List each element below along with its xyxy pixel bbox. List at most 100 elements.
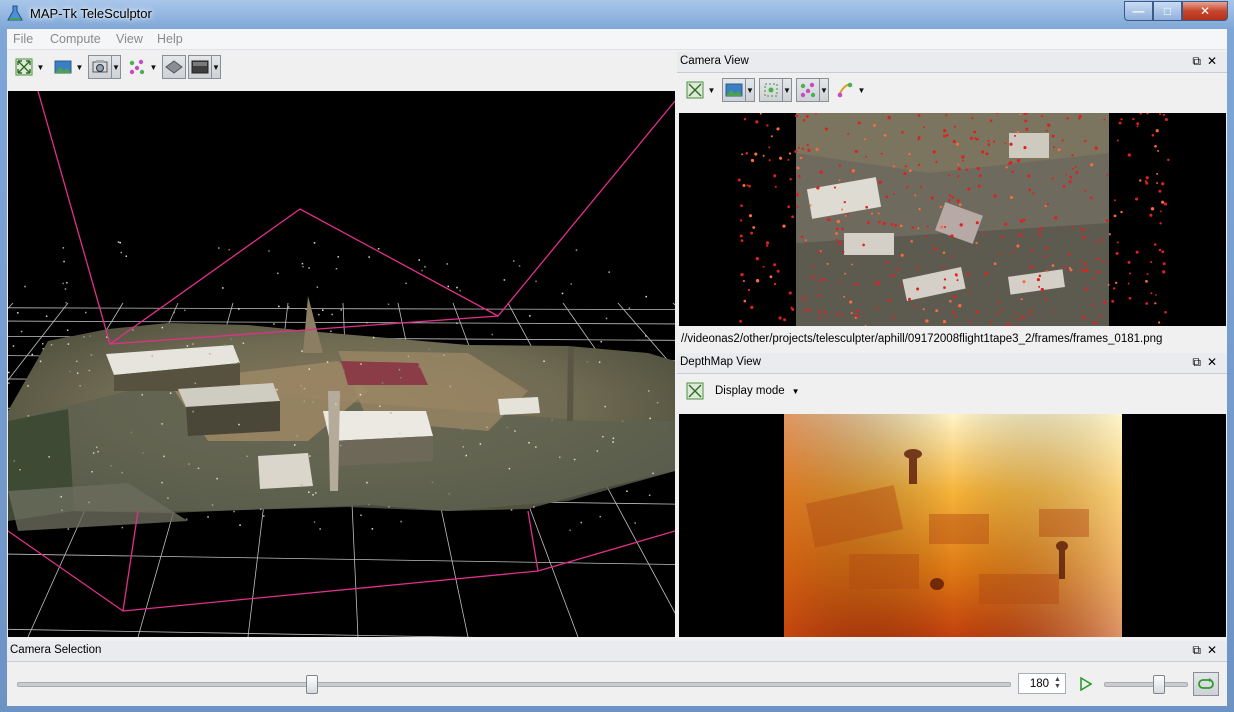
close-panel-icon[interactable]: ✕	[1207, 355, 1223, 369]
point-speck	[296, 435, 298, 437]
display-mode-label[interactable]: Display mode	[715, 385, 785, 397]
camera-reset-view-button[interactable]	[683, 78, 707, 102]
camera-show-residuals-dropdown[interactable]: ▼	[857, 78, 866, 102]
feature-point	[978, 174, 982, 178]
depthmap-image[interactable]	[679, 414, 1226, 637]
feature-point	[1092, 277, 1095, 280]
feature-point	[805, 114, 809, 118]
feature-point	[1111, 299, 1115, 303]
spin-arrows-icon[interactable]: ▲ ▼	[1054, 676, 1061, 690]
point-speck	[381, 382, 384, 384]
play-icon[interactable]	[1080, 677, 1092, 691]
feature-point	[1051, 134, 1055, 138]
feature-point	[755, 120, 759, 124]
feature-point	[750, 158, 755, 163]
feature-point	[1082, 315, 1086, 319]
feature-point	[774, 185, 777, 188]
close-panel-icon[interactable]: ✕	[1207, 643, 1223, 657]
feature-point	[755, 257, 759, 261]
feature-point	[970, 136, 973, 140]
point-speck	[294, 444, 296, 446]
feature-point	[1162, 270, 1166, 274]
title-bar[interactable]: MAP-Tk TeleSculptor — □ ✕	[0, 0, 1234, 28]
playback-speed-slider[interactable]	[1104, 675, 1188, 694]
point-speck	[130, 431, 133, 434]
show-cameras-button[interactable]	[88, 55, 112, 79]
show-landmarks-button[interactable]	[125, 55, 149, 79]
menu-view[interactable]: View	[116, 32, 143, 46]
display-mode-dropdown[interactable]: ▼	[792, 387, 800, 396]
feature-point	[773, 282, 777, 286]
float-panel-icon[interactable]: ⧉	[1192, 355, 1207, 369]
show-ground-plane-button[interactable]	[162, 55, 186, 79]
feature-point	[1080, 259, 1083, 262]
camera-reset-view-dropdown[interactable]: ▼	[707, 78, 716, 102]
camera-show-landmarks-dropdown[interactable]: ▼	[820, 78, 829, 102]
float-panel-icon[interactable]: ⧉	[1192, 643, 1207, 657]
world-3d-canvas[interactable]	[8, 91, 675, 637]
feature-point	[1112, 287, 1116, 290]
point-speck	[188, 463, 190, 465]
show-cameras-dropdown[interactable]: ▼	[112, 55, 121, 79]
feature-point	[1029, 265, 1033, 269]
point-speck	[184, 309, 186, 312]
show-depth-button[interactable]	[188, 55, 212, 79]
point-speck	[543, 360, 545, 362]
feature-point	[1105, 219, 1109, 223]
feature-point	[917, 138, 920, 141]
show-landmarks-dropdown[interactable]: ▼	[149, 55, 158, 79]
feature-point	[1157, 321, 1161, 324]
point-speck	[410, 357, 412, 359]
camera-show-features-button[interactable]	[759, 78, 783, 102]
camera-show-landmarks-button[interactable]	[796, 78, 820, 102]
camera-show-image-button[interactable]	[722, 78, 746, 102]
maximize-button[interactable]: □	[1153, 1, 1182, 21]
menu-help[interactable]: Help	[157, 32, 183, 46]
point-speck	[649, 417, 651, 420]
application-window: MAP-Tk TeleSculptor — □ ✕ File Compute V…	[0, 0, 1234, 712]
feature-point	[1091, 304, 1094, 307]
feature-point	[1045, 246, 1049, 250]
feature-point	[1159, 222, 1162, 225]
reset-view-dropdown[interactable]: ▼	[36, 55, 45, 79]
point-speck	[287, 400, 290, 403]
reset-view-button[interactable]	[12, 55, 36, 79]
frame-slider-thumb[interactable]	[305, 675, 318, 694]
camera-frame-image[interactable]	[679, 113, 1226, 326]
point-speck	[407, 355, 410, 358]
playback-speed-thumb[interactable]	[1153, 675, 1166, 694]
feature-point	[953, 295, 957, 299]
feature-point	[1016, 318, 1019, 321]
show-depth-dropdown[interactable]: ▼	[212, 55, 221, 79]
camera-show-features-dropdown[interactable]: ▼	[783, 78, 792, 102]
menu-file[interactable]: File	[13, 32, 33, 46]
camera-show-image-dropdown[interactable]: ▼	[746, 78, 755, 102]
feature-point	[1069, 175, 1073, 179]
float-panel-icon[interactable]: ⧉	[1192, 54, 1207, 68]
frame-slider-track[interactable]	[17, 675, 1011, 694]
point-speck	[486, 426, 488, 428]
depthmap-reset-view-button[interactable]	[683, 379, 707, 403]
show-image-button[interactable]	[51, 55, 75, 79]
close-panel-icon[interactable]: ✕	[1207, 54, 1223, 68]
feature-point	[826, 262, 829, 265]
feature-point	[817, 293, 821, 297]
camera-selection-panel: Camera Selection ⧉✕ ▲▼	[7, 641, 1227, 706]
menu-compute[interactable]: Compute	[50, 32, 101, 46]
close-window-button[interactable]: ✕	[1182, 1, 1228, 21]
feature-point	[948, 194, 952, 197]
feature-point	[740, 239, 744, 242]
point-speck	[340, 309, 342, 311]
loop-button[interactable]	[1193, 672, 1219, 696]
point-speck	[459, 289, 461, 292]
camera-show-residuals-button[interactable]	[833, 78, 857, 102]
point-speck	[496, 383, 498, 386]
feature-point	[1029, 309, 1032, 313]
point-speck	[303, 400, 306, 402]
point-speck	[533, 506, 535, 508]
show-image-dropdown[interactable]: ▼	[75, 55, 84, 79]
feature-point	[1127, 260, 1131, 264]
world-3d-view[interactable]	[8, 91, 675, 637]
feature-point	[1150, 207, 1155, 211]
minimize-button[interactable]: —	[1124, 1, 1153, 21]
